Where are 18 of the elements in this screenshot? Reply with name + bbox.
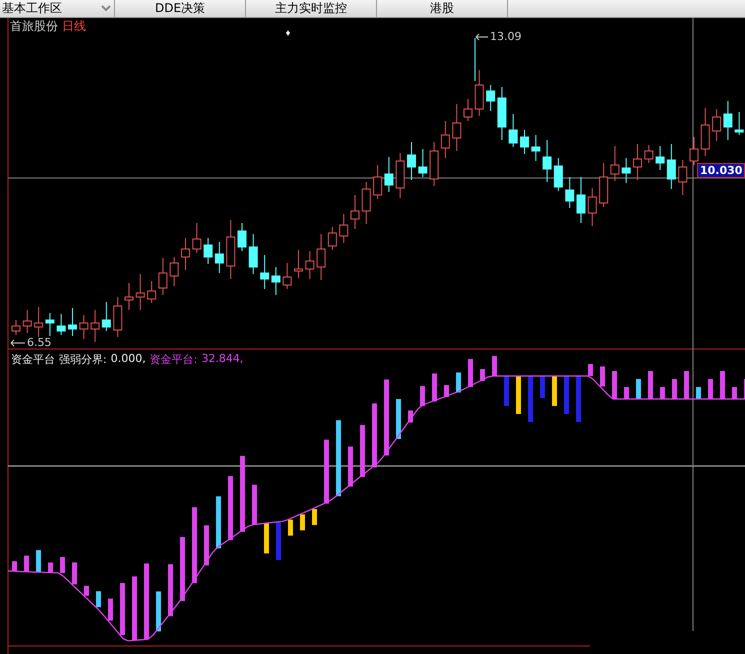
arrow-icon: [10, 340, 26, 346]
stock-name: 首旅股份: [10, 18, 58, 35]
low-price-label: 6.55: [27, 336, 52, 349]
boundary-label: 强弱分界:: [59, 352, 107, 367]
period-label: 日线: [62, 18, 86, 35]
star-icon: [286, 30, 290, 36]
platform-value: 32.844,: [201, 352, 244, 367]
caret-icon: [100, 4, 112, 12]
boundary-value: 0.000,: [110, 352, 146, 367]
tab[interactable]: 主力实时监控: [246, 0, 377, 17]
high-price-label: 13.09: [490, 30, 522, 43]
tab[interactable]: 基本工作区: [0, 0, 115, 17]
platform-label: 资金平台:: [150, 352, 198, 367]
arrow-icon: [476, 34, 488, 40]
tab[interactable]: 港股: [377, 0, 508, 17]
cursor-price-badge: 10.030: [697, 163, 745, 178]
tab[interactable]: DDE决策: [115, 0, 246, 17]
indicator-name: 资金平台: [11, 352, 55, 367]
